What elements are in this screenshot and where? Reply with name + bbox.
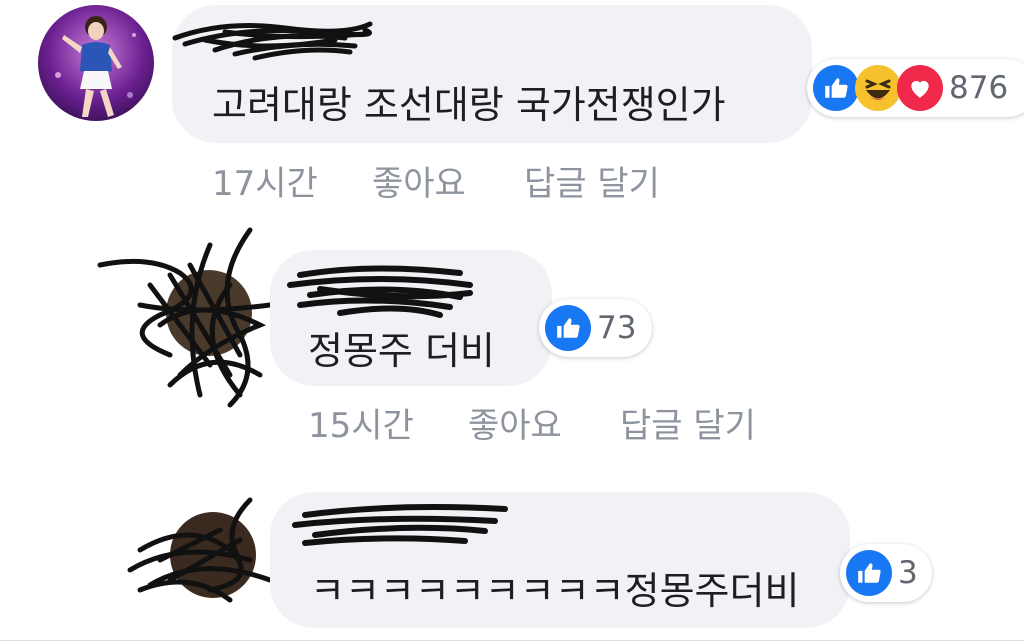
like-reaction-icon xyxy=(545,305,591,351)
reactions-summary[interactable]: 876 xyxy=(807,59,1024,117)
haha-reaction-icon xyxy=(855,65,901,111)
like-reaction-icon xyxy=(846,550,892,596)
redacted-username-scribble xyxy=(287,265,473,318)
reply-link[interactable]: 답글 달기 xyxy=(524,156,660,205)
comment-timestamp[interactable]: 15시간 xyxy=(308,398,414,447)
reaction-count: 3 xyxy=(898,555,918,591)
redacted-username-scribble xyxy=(292,504,508,546)
like-link[interactable]: 좋아요 xyxy=(468,398,562,447)
love-reaction-icon xyxy=(897,65,943,111)
reply-text: 정몽주 더비 xyxy=(308,329,495,373)
reactions-summary[interactable]: 3 xyxy=(840,544,932,602)
like-reaction-icon xyxy=(813,65,859,111)
redacted-username-scribble xyxy=(172,21,373,61)
like-link[interactable]: 좋아요 xyxy=(372,156,466,205)
reply-link[interactable]: 답글 달기 xyxy=(620,398,756,447)
reaction-count: 876 xyxy=(949,70,1009,106)
reaction-count: 73 xyxy=(597,310,637,346)
redacted-avatar-scribble xyxy=(97,227,273,408)
comment-timestamp[interactable]: 17시간 xyxy=(212,156,318,205)
reactions-summary[interactable]: 73 xyxy=(539,299,652,357)
divider xyxy=(0,640,1024,641)
reply-text: ㅋㅋㅋㅋㅋㅋㅋㅋㅋ정몽주더비 xyxy=(310,569,800,613)
commenter-avatar[interactable] xyxy=(38,5,154,121)
comment-text: 고려대랑 조선대랑 국가전쟁인가 xyxy=(212,83,726,127)
